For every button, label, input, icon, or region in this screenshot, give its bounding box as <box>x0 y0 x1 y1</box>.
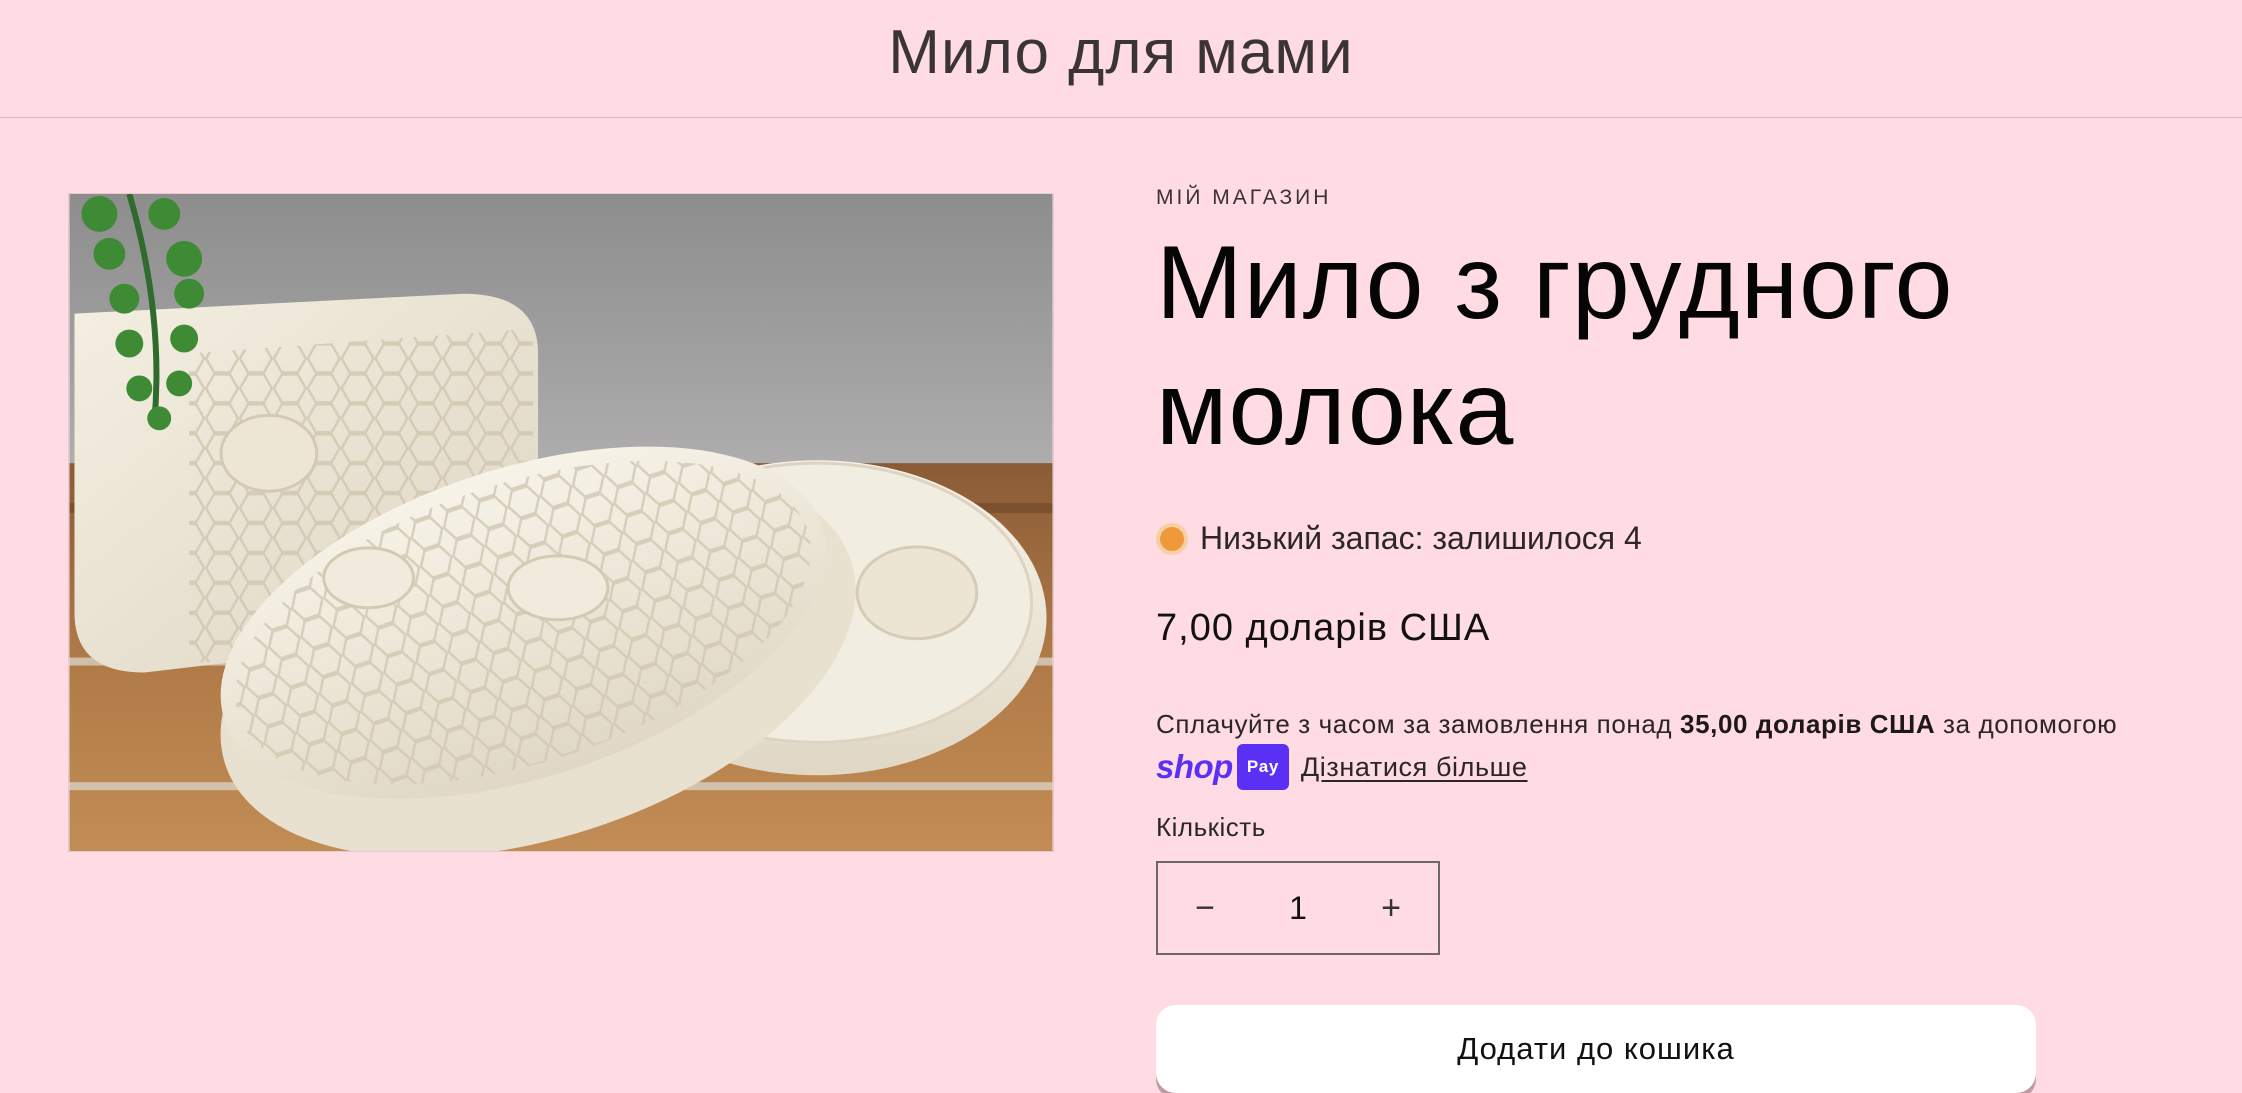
product-info: МІЙ МАГАЗИН Мило з грудного молока Низьк… <box>1156 186 2196 1093</box>
add-to-cart-button[interactable]: Додати до кошика <box>1156 1005 2036 1093</box>
inventory-status-text: Низький запас: залишилося 4 <box>1200 520 1642 556</box>
product-price: 7,00 доларів США <box>1156 607 1491 649</box>
shop-pay-logo-icon: shop <box>1156 748 1233 785</box>
product-vendor: МІЙ МАГАЗИН <box>1156 186 1332 209</box>
quantity-stepper: − + <box>1156 861 1440 955</box>
quantity-increase-button[interactable]: + <box>1344 863 1438 953</box>
quantity-decrease-button[interactable]: − <box>1158 863 1252 953</box>
shop-pay-installments: Сплачуйте з часом за замовлення понад 35… <box>1156 704 2196 790</box>
installments-threshold: 35,00 доларів США <box>1680 709 1936 739</box>
installments-prefix: Сплачуйте з часом за замовлення понад <box>1156 709 1681 739</box>
learn-more-link[interactable]: Дізнатися більше <box>1301 747 1528 787</box>
product-image[interactable] <box>68 193 1054 852</box>
soap-photo <box>69 194 1053 851</box>
shop-pay-badge: Pay <box>1236 744 1289 790</box>
product-title: Мило з грудного молока <box>1156 225 1954 467</box>
store-title[interactable]: Мило для мами <box>888 17 1353 88</box>
inventory-status: Низький запас: залишилося 4 <box>1156 520 2196 557</box>
installments-suffix: за допомогою <box>1935 709 2118 739</box>
store-header: Мило для мами <box>0 0 2242 118</box>
quantity-input[interactable] <box>1258 888 1338 928</box>
quantity-label: Кількість <box>1156 812 1266 842</box>
shop-pay-row: shop Pay Дізнатися більше <box>1156 744 2196 790</box>
low-stock-dot-icon <box>1160 526 1184 551</box>
